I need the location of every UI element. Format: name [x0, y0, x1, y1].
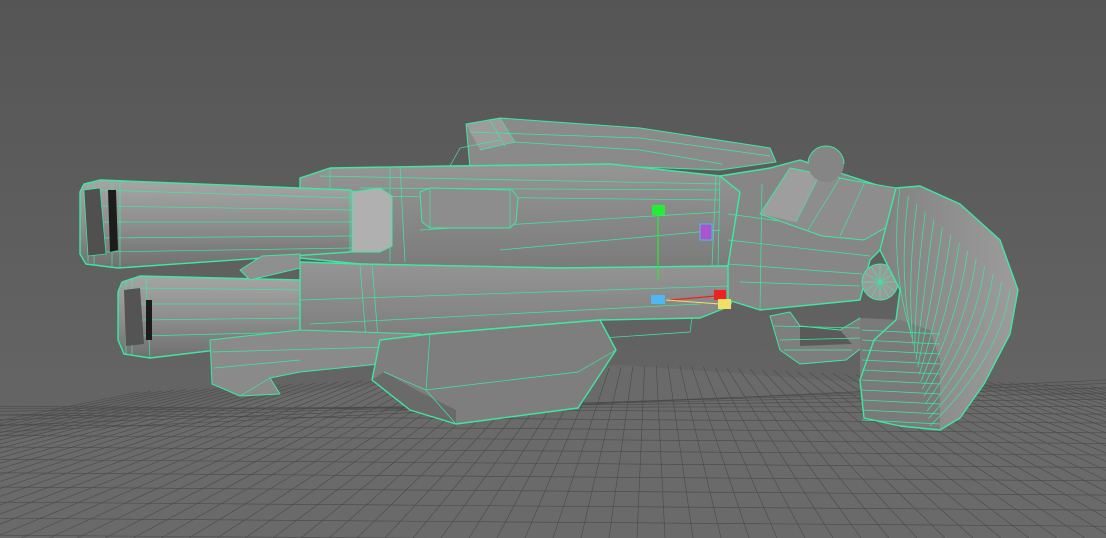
3d-viewport[interactable]	[0, 0, 1106, 538]
center-handle[interactable]	[718, 299, 731, 309]
pivot-marker[interactable]	[699, 223, 713, 241]
viewport-canvas[interactable]	[0, 0, 1106, 538]
z-axis-handle[interactable]	[651, 295, 665, 304]
y-axis-handle[interactable]	[652, 205, 665, 215]
x-axis-handle[interactable]	[714, 290, 726, 300]
